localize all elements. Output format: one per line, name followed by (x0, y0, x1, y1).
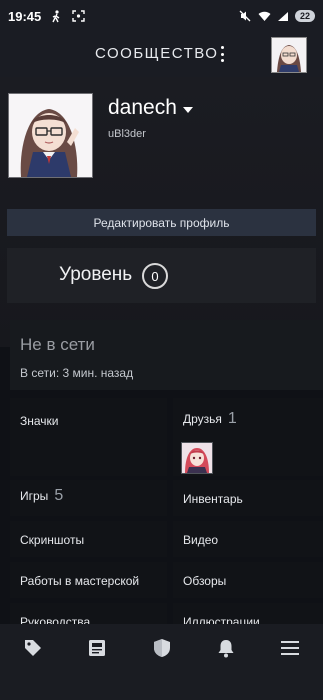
tile-videos-label: Видео (183, 533, 219, 547)
tile-screenshots[interactable]: Скриншоты (10, 521, 167, 557)
page-title: СООБЩЕСТВО (95, 45, 219, 62)
battery-indicator: 22 (295, 10, 315, 22)
friend-avatar[interactable] (181, 442, 213, 474)
bottom-navigation (0, 624, 323, 672)
level-label: Уровень (59, 264, 133, 285)
tile-reviews-label: Обзоры (183, 574, 227, 588)
tile-inventory[interactable]: Инвентарь (173, 480, 323, 516)
games-count: 5 (54, 487, 64, 504)
tile-workshop[interactable]: Работы в мастерской (10, 562, 167, 598)
tile-artwork[interactable]: Иллюстрации (173, 603, 323, 625)
steam-profile-screen: { "status_bar": { "time": "19:45", "batt… (0, 0, 323, 700)
tile-screenshots-label: Скриншоты (20, 533, 85, 547)
tile-workshop-label: Работы в мастерской (20, 574, 140, 588)
tile-friends-label: Друзья 1 (183, 410, 237, 428)
wifi-icon (257, 9, 271, 23)
tile-games[interactable]: Игры 5 (10, 480, 167, 516)
tile-videos[interactable]: Видео (173, 521, 323, 557)
friends-label-text: Друзья (183, 412, 222, 426)
profile-username[interactable]: danech (108, 96, 193, 120)
tile-games-label: Игры 5 (20, 487, 63, 505)
walking-person-icon (49, 9, 63, 23)
last-seen-text: В сети: 3 мин. назад (20, 366, 134, 380)
more-vert-icon[interactable] (216, 44, 228, 64)
system-status-bar: 19:45 22 (0, 0, 323, 32)
shield-icon[interactable] (151, 637, 173, 659)
username-text: danech (108, 96, 177, 119)
friends-count: 1 (227, 410, 237, 427)
profile-avatar[interactable] (8, 93, 93, 178)
profile-handle: uBl3der (108, 128, 146, 140)
news-icon[interactable] (86, 637, 108, 659)
games-label-text: Игры (20, 489, 49, 503)
screenshot-icon (71, 9, 85, 23)
app-header: СООБЩЕСТВО (0, 32, 323, 77)
store-tag-icon[interactable] (22, 637, 44, 659)
tile-guides[interactable]: Руководства (10, 603, 167, 625)
profile-sections-grid: Значки Друзья 1 Игры 5 Инвентарь Скриншо… (10, 395, 323, 625)
tile-reviews[interactable]: Обзоры (173, 562, 323, 598)
clock: 19:45 (8, 8, 42, 24)
system-gesture-bar (0, 672, 323, 700)
level-badge: 0 (142, 263, 168, 289)
bell-icon[interactable] (215, 637, 237, 659)
tile-inventory-label: Инвентарь (183, 492, 243, 506)
tile-badges[interactable]: Значки (10, 398, 167, 476)
tile-friends[interactable]: Друзья 1 (173, 398, 323, 476)
header-avatar[interactable] (271, 37, 307, 73)
hamburger-menu-icon[interactable] (279, 637, 301, 659)
level-card[interactable]: Уровень 0 (7, 248, 316, 303)
presence-panel: Не в сети В сети: 3 мин. назад (10, 320, 323, 390)
tile-badges-label: Значки (20, 414, 59, 428)
signal-icon (276, 9, 290, 23)
mute-icon (238, 9, 252, 23)
dropdown-caret-icon[interactable] (182, 107, 193, 113)
online-status: Не в сети (20, 335, 95, 354)
edit-profile-button[interactable]: Редактировать профиль (7, 209, 316, 236)
